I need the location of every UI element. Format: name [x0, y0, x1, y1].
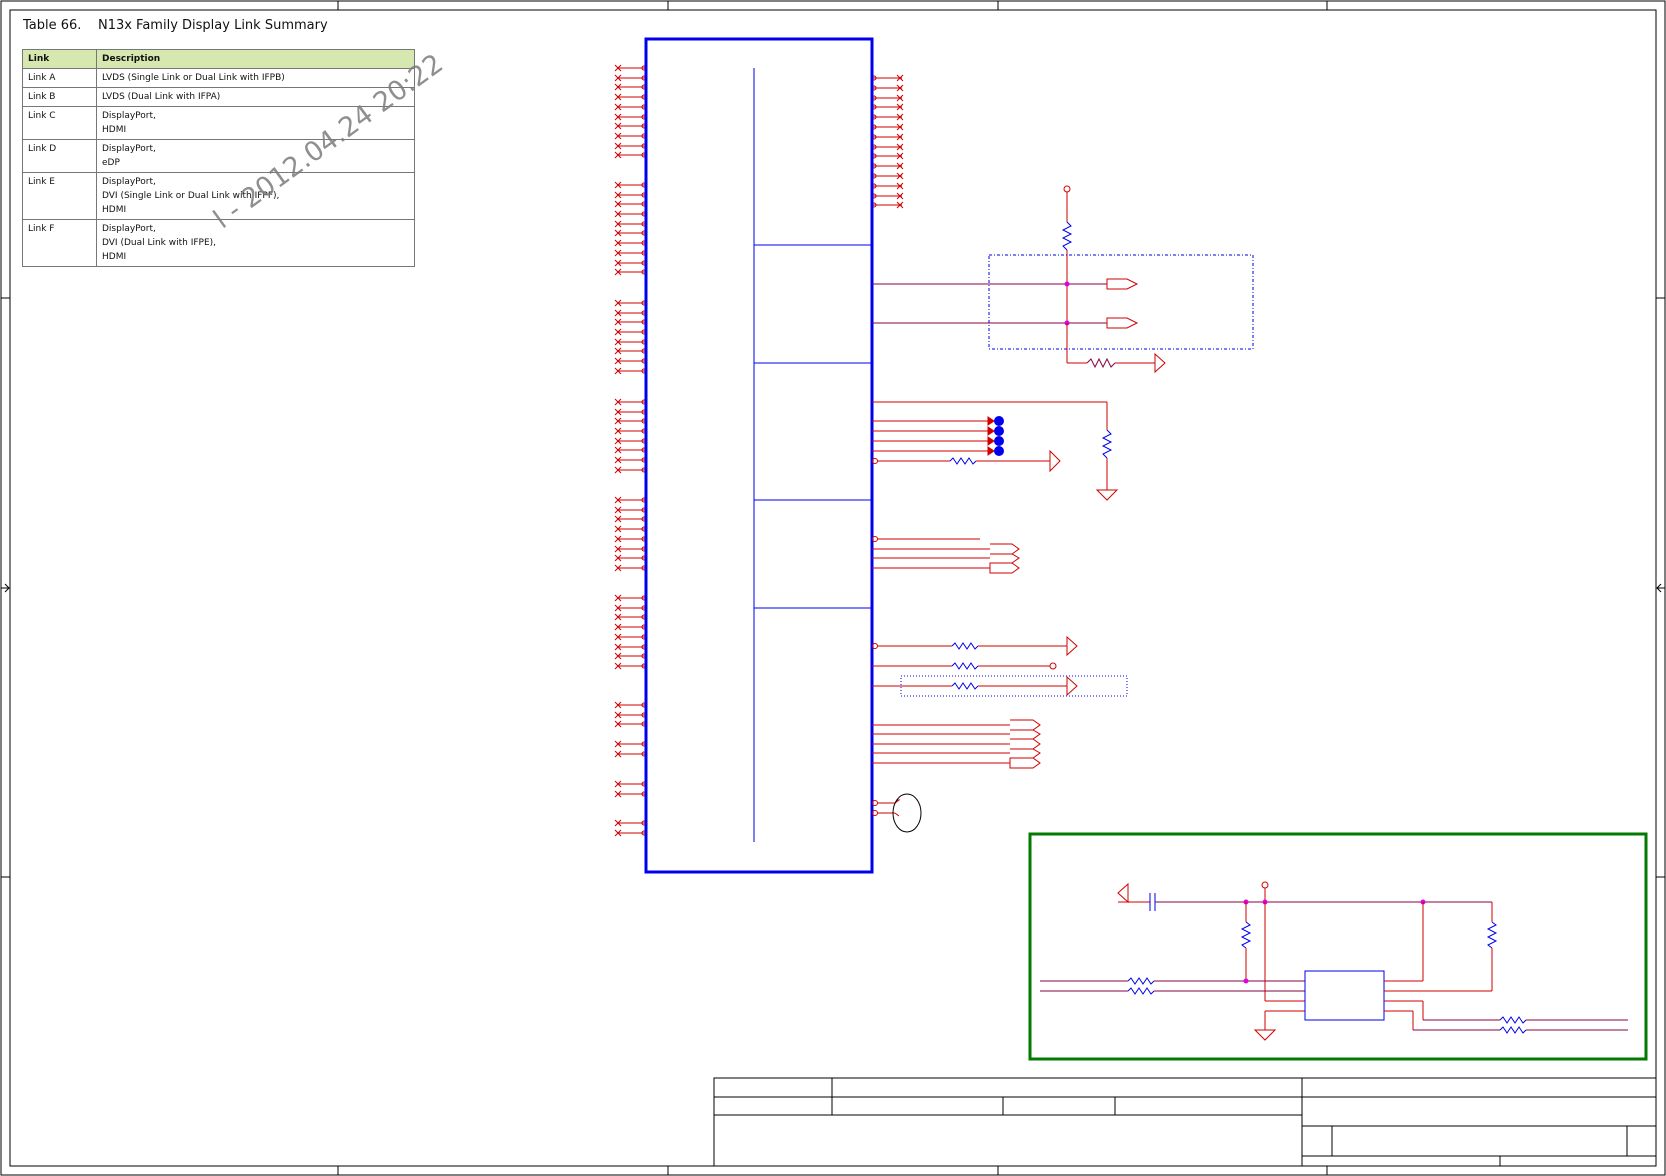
test-point-2: [994, 426, 1004, 436]
right-pin-stubs: [871, 74, 904, 209]
table-row: Link B LVDS (Dual Link with IFPA): [22, 87, 415, 107]
desc-line: LVDS (Dual Link with IFPA): [102, 92, 221, 102]
ground-arrow-2: [1049, 449, 1061, 473]
desc-line: DisplayPort,: [102, 111, 156, 121]
dnp-region: [988, 254, 1254, 350]
offpage-connector-2: [1106, 317, 1139, 329]
table-row: Link F DisplayPort, DVI (Dual Link with I…: [22, 219, 415, 267]
link-cell: Link E: [22, 172, 97, 220]
strap-resistors: [872, 635, 1128, 697]
lower-bus: [872, 719, 1041, 833]
left-pin-stubs: [614, 64, 647, 837]
ground-symbol-1: [1095, 489, 1119, 501]
desc-line: eDP: [102, 158, 120, 168]
link-cell: Link F: [22, 219, 97, 267]
pulldown-resistor: [1101, 429, 1113, 459]
ground-symbol-2: [1253, 1029, 1277, 1041]
no-connect-loop: [892, 793, 922, 833]
gpu-ic-symbol: [644, 37, 874, 874]
desc-line: DisplayPort,: [102, 144, 156, 154]
description-cell: LVDS (Dual Link with IFPA): [96, 87, 415, 107]
ground-arrow-4: [1066, 675, 1078, 697]
description-cell: DisplayPort, DVI (Dual Link with IFPE), HD…: [96, 219, 415, 267]
desc-line: DisplayPort,: [102, 177, 156, 187]
description-cell: DisplayPort, DVI (Single Link or Dual Lin…: [96, 172, 415, 220]
level-shifter-circuit: [1028, 832, 1648, 1061]
description-cell: LVDS (Single Link or Dual Link with IFPB…: [96, 68, 415, 88]
test-point-4: [994, 446, 1004, 456]
table-header-row: Link Description: [22, 49, 415, 69]
table-title: N13x Family Display Link Summary: [97, 18, 328, 33]
test-point-3: [994, 436, 1004, 446]
table-row: Link C DisplayPort, HDMI: [22, 106, 415, 140]
table-row: Link E DisplayPort, DVI (Single Link or D…: [22, 172, 415, 220]
description-cell: DisplayPort, eDP: [96, 139, 415, 173]
desc-line: DVI (Dual Link with IFPE),: [102, 238, 217, 248]
desc-line: DisplayPort,: [102, 224, 156, 234]
table-caption: Table 66. N13x Family Display Link Summa…: [23, 18, 328, 33]
gpio-resistor: [949, 457, 977, 465]
link-cell: Link A: [22, 68, 97, 88]
offpage-connector-1: [1106, 278, 1139, 290]
table-number: Table 66.: [23, 18, 82, 33]
desc-line: HDMI: [102, 205, 127, 215]
desc-line: HDMI: [102, 252, 127, 262]
test-point-1: [994, 416, 1004, 426]
link-cell: Link B: [22, 87, 97, 107]
output-bus: [872, 536, 1020, 574]
level-shifter-ic: [1304, 970, 1385, 1021]
desc-line: HDMI: [102, 125, 127, 135]
capacitor-arrow: [1117, 882, 1129, 904]
table-row: Link A LVDS (Single Link or Dual Link wi…: [22, 68, 415, 88]
ground-arrow-1: [1154, 352, 1166, 374]
ground-arrow-3: [1066, 635, 1078, 657]
series-resistor: [1086, 357, 1116, 369]
pullup-resistor: [1061, 221, 1073, 251]
header-link: Link: [22, 49, 97, 69]
gpio-circuit: [872, 401, 1119, 501]
display-link-table: Link Description Link A LVDS (Single Lin…: [22, 49, 415, 267]
title-block: [713, 1077, 1657, 1167]
link-cell: Link C: [22, 106, 97, 140]
header-description: Description: [96, 49, 415, 69]
desc-line: DVI (Single Link or Dual Link with IFPF)…: [102, 191, 280, 201]
strap-circuit: [872, 185, 1254, 374]
description-cell: DisplayPort, HDMI: [96, 106, 415, 140]
table-row: Link D DisplayPort, eDP: [22, 139, 415, 173]
link-cell: Link D: [22, 139, 97, 173]
desc-line: LVDS (Single Link or Dual Link with IFPB…: [102, 73, 285, 83]
